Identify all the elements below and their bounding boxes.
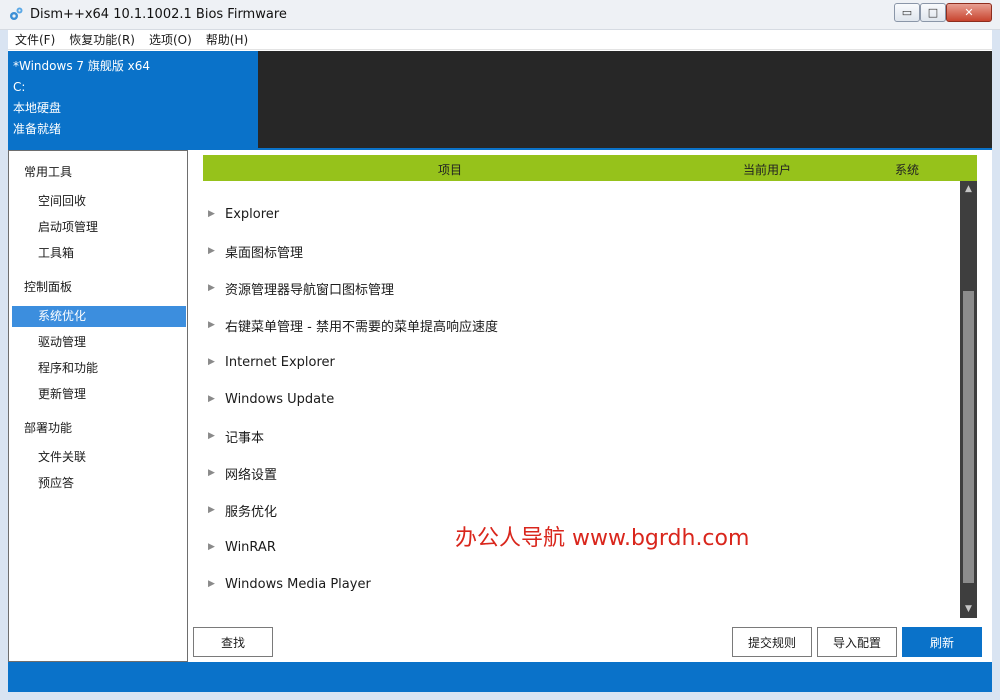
column-current-user[interactable]: 当前用户 [743,161,791,178]
close-button[interactable]: ✕ [946,3,992,22]
list-item[interactable]: ▶ Windows Media Player [203,572,943,596]
triangle-right-icon: ▶ [208,246,215,256]
triangle-right-icon: ▶ [208,357,215,367]
list-item-label: WinRAR [225,539,276,555]
gear-icon [10,7,23,20]
menu-options[interactable]: 选项(O) [142,30,199,50]
triangle-right-icon: ▶ [208,431,215,441]
triangle-right-icon: ▶ [208,579,215,589]
list-item-label: Windows Media Player [225,576,371,592]
refresh-button[interactable]: 刷新 [902,627,982,657]
column-item[interactable]: 项目 [438,161,462,178]
list-item-label: 服务优化 [225,504,278,520]
triangle-right-icon: ▶ [208,468,215,478]
triangle-right-icon: ▶ [208,209,215,219]
sidebar-item-system-optimize[interactable]: 系统优化 [12,306,186,327]
sidebar: 常用工具 空间回收 启动项管理 工具箱 控制面板 系统优化 驱动管理 程序和功能… [8,150,188,662]
maximize-icon: □ [927,6,939,19]
drive-label: C: [13,80,26,94]
vertical-scrollbar[interactable]: ▲ ▼ [960,181,977,618]
triangle-right-icon: ▶ [208,394,215,404]
maximize-button[interactable]: □ [920,3,946,22]
sidebar-item-startup[interactable]: 启动项管理 [12,217,186,238]
list-item-label: Explorer [225,206,280,222]
menu-file[interactable]: 文件(F) [8,30,62,50]
minimize-icon: ▭ [901,6,913,19]
optimization-list: ▶ Explorer ▶ 桌面图标管理 ▶ 资源管理器导航窗口图标管理 ▶ 右键菜单管理… [203,181,960,618]
list-item-label: 网络设置 [225,467,278,483]
list-item[interactable]: ▶ Internet Explorer [203,350,943,374]
find-button[interactable]: 查找 [193,627,273,657]
menu-help[interactable]: 帮助(H) [199,30,255,50]
list-item[interactable]: ▶ 右键菜单管理 - 禁用不需要的菜单提高响应速度 [203,313,943,337]
list-item[interactable]: ▶ 记事本 [203,424,943,448]
window-title: Dism++x64 10.1.1002.1 Bios Firmware [30,7,287,22]
sidebar-item-answer-file[interactable]: 预应答 [12,473,186,494]
image-info-panel[interactable]: *Windows 7 旗舰版 x64 C: 本地硬盘 准备就绪 [8,51,258,148]
triangle-right-icon: ▶ [208,320,215,330]
import-config-button[interactable]: 导入配置 [817,627,897,657]
main-content: 项目 当前用户 系统 ▶ Explorer ▶ 桌面图标管理 ▶ 资源管理器导航窗口图… [188,150,992,662]
list-item-label: 右键菜单管理 - 禁用不需要的菜单提高响应速度 [225,319,498,335]
sidebar-group-common-tools: 常用工具 [24,165,73,179]
scrollbar-thumb[interactable] [963,291,974,583]
os-label: *Windows 7 旗舰版 x64 [13,59,151,73]
list-item[interactable]: ▶ 桌面图标管理 [203,239,943,263]
triangle-right-icon: ▶ [208,542,215,552]
list-item-label: Windows Update [225,391,335,407]
watermark-text: 办公人导航 www.bgrdh.com [455,526,750,551]
triangle-right-icon: ▶ [208,505,215,515]
window-frame-left [0,30,8,700]
list-item-label: 记事本 [225,430,265,446]
list-item[interactable]: ▶ 资源管理器导航窗口图标管理 [203,276,943,300]
triangle-up-icon[interactable]: ▲ [960,181,977,198]
sidebar-item-file-assoc[interactable]: 文件关联 [12,447,186,468]
list-item[interactable]: ▶ 服务优化 [203,498,943,522]
list-item[interactable]: ▶ Explorer [203,202,943,226]
window-frame-right [992,30,1000,700]
menu-restore[interactable]: 恢复功能(R) [62,30,142,50]
list-item[interactable]: ▶ Windows Update [203,387,943,411]
list-item-label: 资源管理器导航窗口图标管理 [225,282,395,298]
triangle-down-icon[interactable]: ▼ [960,601,977,618]
status-label: 准备就绪 [13,122,62,136]
column-system[interactable]: 系统 [895,161,919,178]
close-icon: ✕ [964,6,974,19]
sidebar-item-updates[interactable]: 更新管理 [12,384,186,405]
list-item-label: Internet Explorer [225,354,335,370]
list-item[interactable]: ▶ 网络设置 [203,461,943,485]
sidebar-group-control-panel: 控制面板 [24,280,73,294]
triangle-right-icon: ▶ [208,283,215,293]
table-header: 项目 当前用户 系统 [203,155,977,181]
title-bar: Dism++x64 10.1.1002.1 Bios Firmware ▭ □ … [0,0,1000,30]
menu-bar: 文件(F) 恢复功能(R) 选项(O) 帮助(H) [8,30,992,50]
window-frame-bottom [0,692,1000,700]
sidebar-item-toolbox[interactable]: 工具箱 [12,243,186,264]
sidebar-item-programs[interactable]: 程序和功能 [12,358,186,379]
image-list-panel [258,51,992,148]
submit-rule-button[interactable]: 提交规则 [732,627,812,657]
status-bar [8,662,992,692]
disk-label: 本地硬盘 [13,101,62,115]
list-item-label: 桌面图标管理 [225,245,304,261]
minimize-button[interactable]: ▭ [894,3,920,22]
sidebar-item-space-reclaim[interactable]: 空间回收 [12,191,186,212]
sidebar-group-deploy: 部署功能 [24,421,73,435]
sidebar-item-drivers[interactable]: 驱动管理 [12,332,186,353]
